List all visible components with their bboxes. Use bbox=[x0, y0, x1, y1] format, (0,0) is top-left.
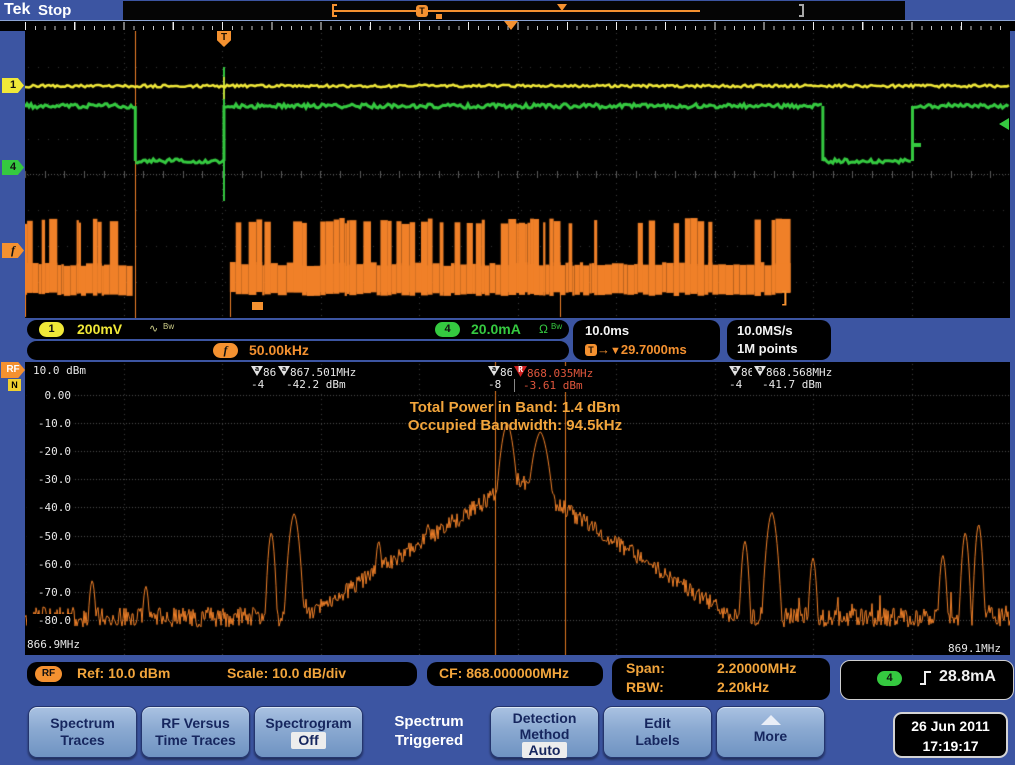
span-value: 2.20000MHz bbox=[717, 660, 796, 676]
scale-readout: Scale: 10.0 dB/div bbox=[227, 665, 346, 681]
record-timeline[interactable]: T bbox=[123, 1, 905, 20]
y-tick-0: 0.00 bbox=[27, 389, 73, 402]
trigger-delay-readout: T→▼29.7000ms bbox=[585, 341, 687, 359]
occupied-bandwidth-annotation: Occupied Bandwidth: 94.5kHz bbox=[300, 417, 730, 434]
channel4-badge[interactable]: 4 bbox=[2, 160, 24, 175]
ch1-readout-badge: 1 bbox=[39, 322, 64, 337]
record-square-icon bbox=[436, 14, 442, 19]
center-frequency-box: CF: 868.000000MHz bbox=[427, 662, 603, 686]
rf-channel-badge[interactable]: RF bbox=[1, 362, 25, 378]
rf-readout-badge: RF bbox=[35, 666, 62, 682]
y-tick-5: -50.0 bbox=[27, 530, 73, 543]
sample-rate-readout: 10.0MS/s bbox=[737, 323, 793, 338]
ch4-readout-badge: 4 bbox=[435, 322, 460, 337]
y-tick-1: -10.0 bbox=[27, 417, 73, 430]
ch1-scale-readout: 200mV bbox=[77, 321, 122, 337]
marker-triangle-icon: a bbox=[754, 366, 766, 376]
center-frequency-readout: CF: 868.000000MHz bbox=[439, 665, 569, 681]
rf-time-badge[interactable]: f bbox=[2, 243, 24, 258]
delay-value: 29.7000ms bbox=[621, 342, 687, 357]
ch4-bandwidth-icon: Bw bbox=[551, 322, 562, 331]
more-button[interactable]: More bbox=[716, 706, 825, 758]
view-left-bracket-icon bbox=[332, 4, 337, 17]
record-waveform-line bbox=[334, 10, 700, 12]
rbw-value: 2.20kHz bbox=[717, 679, 769, 695]
trigger-level-readout: 28.8mA bbox=[939, 668, 996, 686]
timebase-readout-box: 10.0ms T→▼29.7000ms bbox=[573, 320, 720, 360]
ch1-coupling-icon: ∿ bbox=[149, 322, 158, 335]
rbw-label: RBW: bbox=[626, 679, 664, 695]
marker-clipped-1: a86-4 bbox=[249, 366, 278, 391]
trigger-level-arrow-icon[interactable] bbox=[999, 118, 1009, 130]
timebase-scale-readout: 10.0ms bbox=[585, 323, 629, 338]
y-tick-8: -80.0 bbox=[27, 614, 73, 627]
tek-logo: Tek bbox=[4, 1, 30, 19]
channel-readout-bar: 1 200mV ∿ Bw 4 20.0mA Ω Bw bbox=[27, 320, 569, 339]
y-tick-6: -60.0 bbox=[27, 558, 73, 571]
delay-t-icon: T bbox=[585, 344, 597, 356]
ref-level-readout: Ref: 10.0 dBm bbox=[77, 665, 170, 681]
ch4-termination-icon: Ω bbox=[539, 322, 548, 336]
freq-left-label: 866.9MHz bbox=[27, 638, 80, 651]
span-label: Span: bbox=[626, 660, 665, 676]
rf-versus-time-traces-button[interactable]: RF VersusTime Traces bbox=[141, 706, 250, 758]
marker-triangle-icon: a bbox=[488, 366, 500, 376]
rf-frequency-readout-bar: f 50.00kHz bbox=[27, 341, 569, 360]
rf-normal-trace-badge: N bbox=[8, 379, 21, 391]
rf-level-readout-bar: RF Ref: 10.0 dBm Scale: 10.0 dB/div bbox=[27, 662, 417, 686]
y-tick-2: -20.0 bbox=[27, 445, 73, 458]
record-length-readout: 1M points bbox=[737, 341, 798, 356]
channel1-badge[interactable]: 1 bbox=[2, 78, 24, 93]
spectrogram-value: Off bbox=[291, 732, 325, 749]
delay-arrow-icon: → bbox=[597, 342, 610, 357]
trigger-t-icon: T bbox=[416, 5, 428, 17]
trigger-readout-box: 4 28.8mA bbox=[840, 660, 1014, 700]
marker-867-501[interactable]: a867.501MHz-42.2 dBm bbox=[276, 366, 358, 391]
reference-marker-icon: R bbox=[514, 366, 527, 377]
total-power-annotation: Total Power in Band: 1.4 dBm bbox=[300, 399, 730, 416]
spectrum-traces-button[interactable]: SpectrumTraces bbox=[28, 706, 137, 758]
y-tick-7: -70.0 bbox=[27, 586, 73, 599]
y-tick-4: -40.0 bbox=[27, 501, 73, 514]
spectrum-time-bracket-icon: ] bbox=[782, 289, 787, 307]
trigger-source-badge: 4 bbox=[877, 671, 902, 686]
rising-edge-icon bbox=[919, 669, 933, 687]
view-right-bracket-icon bbox=[799, 4, 804, 17]
spectrum-time-square-icon bbox=[252, 302, 263, 310]
rf-frequency-readout: 50.00kHz bbox=[249, 342, 309, 358]
spectrum-ref-level-label: 10.0 dBm bbox=[31, 364, 88, 377]
acquisition-status: Stop bbox=[38, 2, 71, 19]
rf-f-badge: f bbox=[213, 343, 238, 358]
marker-868-568[interactable]: a868.568MHz-41.7 dBm bbox=[752, 366, 834, 391]
marker-triangle-icon: a bbox=[278, 366, 290, 376]
ch1-bandwidth-icon: Bw bbox=[163, 322, 174, 331]
time-ruler bbox=[0, 21, 1015, 31]
reference-marker-868-035[interactable]: R868.035MHz-3.61 dBm bbox=[512, 366, 595, 392]
delay-triangle-icon: ▼ bbox=[610, 345, 621, 357]
spectrogram-button[interactable]: SpectrogramOff bbox=[254, 706, 363, 758]
ch4-scale-readout: 20.0mA bbox=[471, 321, 521, 337]
time-readout: 17:19:17 bbox=[922, 738, 978, 754]
freq-right-label: 869.1MHz bbox=[948, 642, 1001, 655]
date-readout: 26 Jun 2011 bbox=[911, 718, 990, 734]
clock-box: 26 Jun 2011 17:19:17 bbox=[893, 712, 1008, 758]
expansion-triangle-icon bbox=[557, 4, 567, 11]
sample-rate-box: 10.0MS/s 1M points bbox=[727, 320, 831, 360]
detection-method-value: Auto bbox=[522, 742, 568, 758]
span-rbw-box: Span: 2.20000MHz RBW: 2.20kHz bbox=[612, 658, 830, 700]
marker-triangle-icon: a bbox=[251, 366, 263, 376]
y-tick-3: -30.0 bbox=[27, 473, 73, 486]
more-up-triangle-icon bbox=[761, 715, 781, 725]
detection-method-button[interactable]: DetectionMethodAuto bbox=[490, 706, 599, 758]
time-domain-display[interactable] bbox=[25, 31, 1010, 318]
spectrum-mode-label: SpectrumTriggered bbox=[372, 712, 486, 750]
marker-triangle-icon: a bbox=[729, 366, 741, 376]
oscilloscope-screen: Tek Stop T 1 4 f T ] 1 200mV ∿ Bw 4 20.0… bbox=[0, 0, 1015, 765]
marker-clipped-2: a86-8 bbox=[486, 366, 515, 391]
edit-labels-button[interactable]: EditLabels bbox=[603, 706, 712, 758]
expansion-point-icon bbox=[504, 21, 518, 30]
